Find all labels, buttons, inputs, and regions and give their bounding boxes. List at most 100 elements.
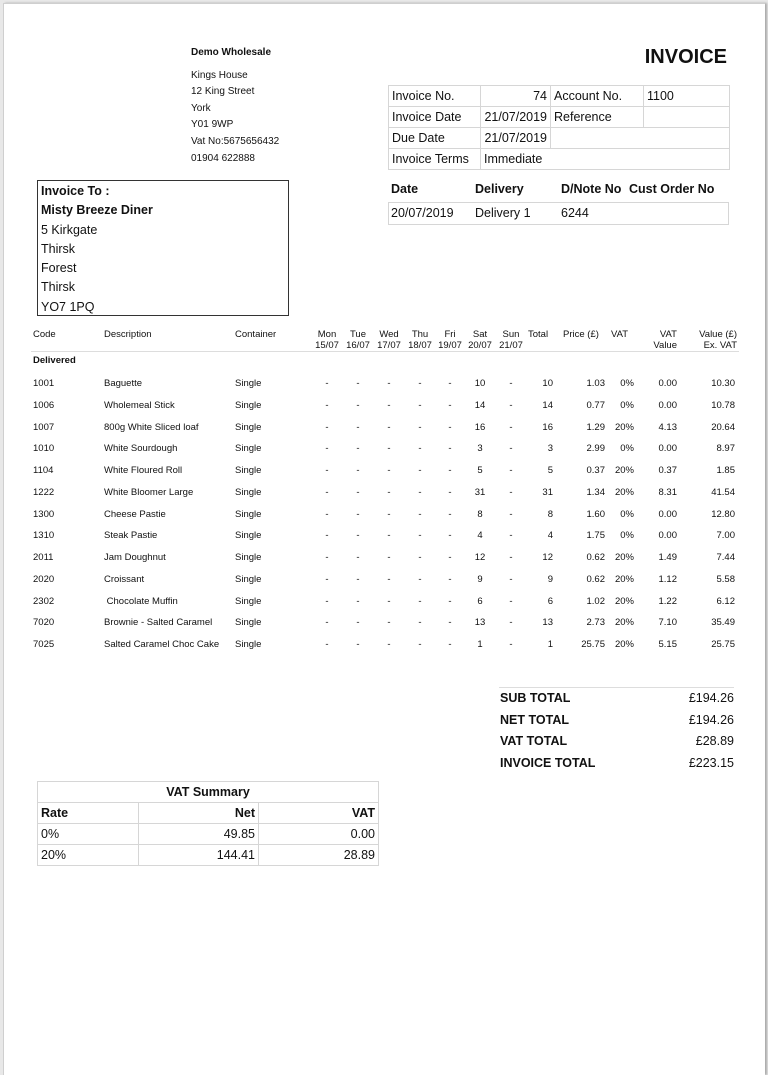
item-description: Steak Pastie xyxy=(104,530,158,542)
item-vat-value: 1.49 xyxy=(658,552,678,563)
item-day-qty: - xyxy=(509,465,513,476)
item-description: White Sourdough xyxy=(104,443,178,455)
item-day-qty: 8 xyxy=(477,508,483,520)
item-total: 3 xyxy=(547,443,553,455)
item-value: 41.54 xyxy=(711,486,735,498)
item-container: Single xyxy=(235,443,262,455)
item-day-qty: - xyxy=(418,508,422,520)
item-description: Chocolate Muffin xyxy=(104,595,178,607)
item-vat-value: 0.00 xyxy=(658,508,678,520)
item-day-qty: - xyxy=(387,595,391,607)
item-vat-value: 1.22 xyxy=(658,595,678,607)
item-day-qty: - xyxy=(387,573,391,585)
item-day-qty: - xyxy=(325,421,329,433)
item-day-qty: - xyxy=(356,443,360,455)
item-value: 5.58 xyxy=(716,573,736,585)
day-header-date: 21/07 xyxy=(499,340,523,351)
table-row: 1001 Baguette Single - - - - - 10 - 10 1.03 0% 0.00 10… xyxy=(31,378,739,400)
item-total: 13 xyxy=(542,617,553,629)
item-value: 6.12 xyxy=(716,595,736,607)
item-vat-rate: 20% xyxy=(614,573,634,585)
vat-summary-row: 20% 144.41 28.89 xyxy=(37,844,379,866)
vat-value-header-1: VAT xyxy=(659,329,677,340)
item-day-qty: - xyxy=(356,617,360,629)
invoice-total-label: INVOICE TOTAL xyxy=(500,755,596,770)
vat-rate: 20% xyxy=(37,844,139,866)
company-address-line: Kings House xyxy=(191,69,248,81)
item-total: 12 xyxy=(542,552,553,563)
item-description: Cheese Pastie xyxy=(104,508,166,520)
item-day-qty: - xyxy=(448,530,452,542)
item-description: 800g White Sliced loaf xyxy=(104,421,199,433)
item-code: 7025 xyxy=(33,639,55,650)
vat-value-header-2: Value xyxy=(653,340,677,351)
item-day-qty: - xyxy=(509,639,513,650)
invoice-no-value: 74 xyxy=(480,85,551,107)
item-day-qty: - xyxy=(448,378,452,389)
vat-amount: 28.89 xyxy=(258,844,379,866)
invoice-total-value: £223.15 xyxy=(688,755,734,770)
company-address-line: York xyxy=(191,102,211,114)
value-header-1: Value (£) xyxy=(699,329,737,340)
vat-summary-table: VAT Summary Rate Net VAT 0% 49.85 0.00 2… xyxy=(37,781,379,866)
table-row: 7025 Salted Caramel Choc Cake Single - - - - - 1… xyxy=(31,639,739,661)
day-header-date: 15/07 xyxy=(315,340,339,351)
item-day-qty: - xyxy=(325,508,329,520)
customer-address-line: Thirsk xyxy=(41,280,76,295)
item-vat-value: 7.10 xyxy=(658,617,678,629)
item-vat-rate: 20% xyxy=(614,421,634,433)
vat-total-value: £28.89 xyxy=(695,734,734,749)
item-day-qty: - xyxy=(387,552,391,563)
items-table-header: Code Description Container Mon 15/07 Tue 16… xyxy=(31,327,739,352)
vat-amount-header: VAT xyxy=(258,802,379,824)
item-day-qty: - xyxy=(325,639,329,650)
delivery-header-label: Delivery xyxy=(475,182,524,196)
vat-rate-header: VAT xyxy=(611,329,629,340)
table-row: 1104 White Floured Roll Single - - - - - 5 - 5 0.37… xyxy=(31,465,739,487)
item-code: 1007 xyxy=(33,421,55,433)
item-day-qty: 1 xyxy=(477,639,483,650)
item-day-qty: - xyxy=(387,617,391,629)
customer-postcode: YO7 1PQ xyxy=(41,299,95,314)
due-date-value: 21/07/2019 xyxy=(480,127,551,149)
item-day-qty: - xyxy=(448,421,452,433)
item-price: 0.37 xyxy=(586,465,606,476)
item-vat-rate: 0% xyxy=(620,378,634,389)
item-day-qty: - xyxy=(356,573,360,585)
item-value: 25.75 xyxy=(711,639,735,650)
item-day-qty: - xyxy=(509,573,513,585)
total-header: Total xyxy=(528,329,549,340)
item-day-qty: - xyxy=(448,639,452,650)
item-day-qty: - xyxy=(356,595,360,607)
item-total: 8 xyxy=(547,508,553,520)
delivery-name: Delivery 1 xyxy=(475,206,531,220)
account-no-value: 1100 xyxy=(643,85,730,107)
item-day-qty: - xyxy=(356,421,360,433)
company-block: Demo Wholesale Kings House 12 King Stree… xyxy=(191,45,279,167)
item-price: 1.34 xyxy=(586,486,606,498)
item-description: Croissant xyxy=(104,573,145,585)
item-vat-value: 4.13 xyxy=(658,421,678,433)
day-header-date: 19/07 xyxy=(438,340,462,351)
invoice-meta-table: Invoice No. 74 Account No. 1100 Invoice … xyxy=(388,85,730,170)
invoice-total-row: INVOICE TOTAL £223.15 xyxy=(499,753,734,775)
day-header-day: Sun xyxy=(502,329,520,340)
item-day-qty: - xyxy=(418,595,422,607)
item-value: 7.44 xyxy=(716,552,736,563)
container-header: Container xyxy=(235,329,277,340)
item-container: Single xyxy=(235,617,262,629)
item-vat-rate: 20% xyxy=(614,486,634,498)
item-code: 1300 xyxy=(33,508,55,520)
table-row: 1010 White Sourdough Single - - - - - 3 - 3 2.99 0% 0… xyxy=(31,443,739,465)
item-day-qty: - xyxy=(418,421,422,433)
item-day-qty: - xyxy=(448,573,452,585)
day-header-date: 16/07 xyxy=(346,340,370,351)
item-day-qty: - xyxy=(418,399,422,411)
item-container: Single xyxy=(235,639,262,650)
item-day-qty: - xyxy=(356,508,360,520)
item-container: Single xyxy=(235,378,262,389)
company-phone: 01904 622888 xyxy=(191,152,255,164)
day-header-date: 17/07 xyxy=(377,340,401,351)
vat-summary-title: VAT Summary xyxy=(37,781,379,803)
vat-total-row: VAT TOTAL £28.89 xyxy=(499,731,734,753)
